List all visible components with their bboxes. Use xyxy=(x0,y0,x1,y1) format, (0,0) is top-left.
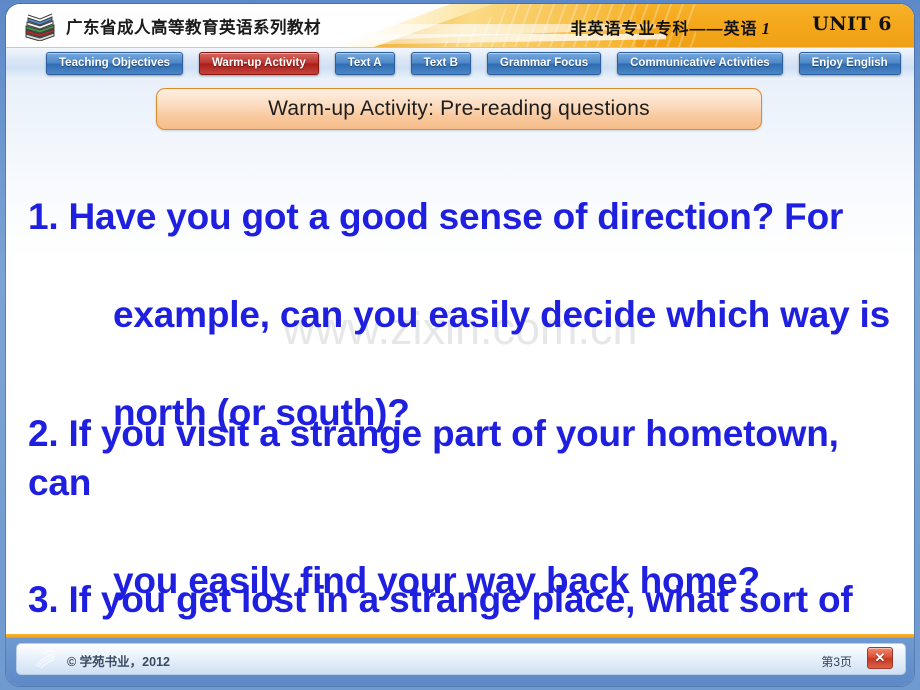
nav-tab-warm-up-activity[interactable]: Warm-up Activity xyxy=(199,51,319,75)
footer-bar: © 学苑书业，2012 第3页 ✕ xyxy=(6,638,914,686)
unit-label: UNIT 6 xyxy=(812,13,892,35)
question-1-line-2: example, can you easily decide which way… xyxy=(113,294,890,335)
section-title-banner: Warm-up Activity: Pre-reading questions xyxy=(156,88,762,130)
copyright-text: © 学苑书业，2012 xyxy=(67,655,170,669)
course-number: 1 xyxy=(761,19,771,38)
swirl-logo-icon xyxy=(35,649,56,669)
page-number: 第3页 xyxy=(821,655,852,669)
nav-tab-grammar-focus[interactable]: Grammar Focus xyxy=(486,51,602,75)
question-3-line-1: 3. If you get lost in a strange place, w… xyxy=(28,579,853,620)
navigation-bar: Teaching Objectives Warm-up Activity Text … xyxy=(6,47,914,82)
slide-canvas: 广东省成人高等教育英语系列教材 非英语专业专科——英语 1 UNIT 6 Teac… xyxy=(0,0,920,690)
brand-title: 广东省成人高等教育英语系列教材 xyxy=(66,19,321,37)
footer-plate: © 学苑书业，2012 第3页 ✕ xyxy=(16,643,906,675)
navigation-tab-list: Teaching Objectives Warm-up Activity Text … xyxy=(6,51,914,75)
nav-tab-communicative-activities[interactable]: Communicative Activities xyxy=(617,51,783,75)
slide-content: Warm-up Activity: Pre-reading questions … xyxy=(6,80,914,686)
slide-frame: 广东省成人高等教育英语系列教材 非英语专业专科——英语 1 UNIT 6 Teac… xyxy=(6,4,914,686)
question-2-line-1: 2. If you visit a strange part of your h… xyxy=(28,413,839,503)
section-title-text: Warm-up Activity: Pre-reading questions xyxy=(268,97,650,120)
header-bar: 广东省成人高等教育英语系列教材 非英语专业专科——英语 1 UNIT 6 xyxy=(6,4,914,47)
close-icon[interactable]: ✕ xyxy=(867,647,893,669)
nav-tab-enjoy-english[interactable]: Enjoy English xyxy=(798,51,901,75)
nav-tab-text-a[interactable]: Text A xyxy=(334,51,395,75)
course-title-text: 非英语专业专科——英语 xyxy=(570,21,758,38)
books-stack-icon xyxy=(25,13,55,41)
nav-tab-teaching-objectives[interactable]: Teaching Objectives xyxy=(46,51,183,75)
nav-tab-text-b[interactable]: Text B xyxy=(410,51,471,75)
course-title: 非英语专业专科——英语 1 xyxy=(570,15,771,39)
question-1-line-1: 1. Have you got a good sense of directio… xyxy=(28,196,844,237)
